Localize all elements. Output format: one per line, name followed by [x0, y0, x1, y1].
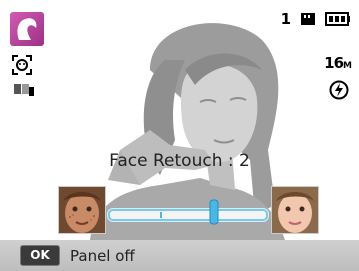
- retouch-max-face-thumbnail: [271, 186, 319, 234]
- panel-off-label: Panel off: [70, 246, 135, 265]
- face-detection-icon: [12, 55, 32, 75]
- resolution-indicator: 16M: [324, 54, 352, 72]
- bottom-panel-bar: OK Panel off: [0, 240, 359, 271]
- shot-count: 1: [280, 10, 291, 28]
- retouch-min-face-thumbnail: [58, 186, 106, 234]
- flash-off-icon: [329, 80, 349, 100]
- slider-handle[interactable]: [209, 199, 219, 225]
- ok-button[interactable]: OK: [20, 245, 60, 266]
- woman-profile-icon: [17, 18, 37, 40]
- memory-card-icon: [301, 13, 315, 25]
- battery-icon: [325, 12, 350, 26]
- beauty-face-mode-icon: [10, 12, 44, 46]
- camera-screen: 1 16M Face Retouch : 2 OK Panel off: [0, 0, 359, 271]
- metering-icon: [14, 84, 34, 96]
- status-area: 1: [281, 10, 351, 28]
- slider-tick: [160, 212, 162, 218]
- face-retouch-slider[interactable]: [108, 209, 268, 221]
- face-retouch-label: Face Retouch : 2: [109, 151, 250, 171]
